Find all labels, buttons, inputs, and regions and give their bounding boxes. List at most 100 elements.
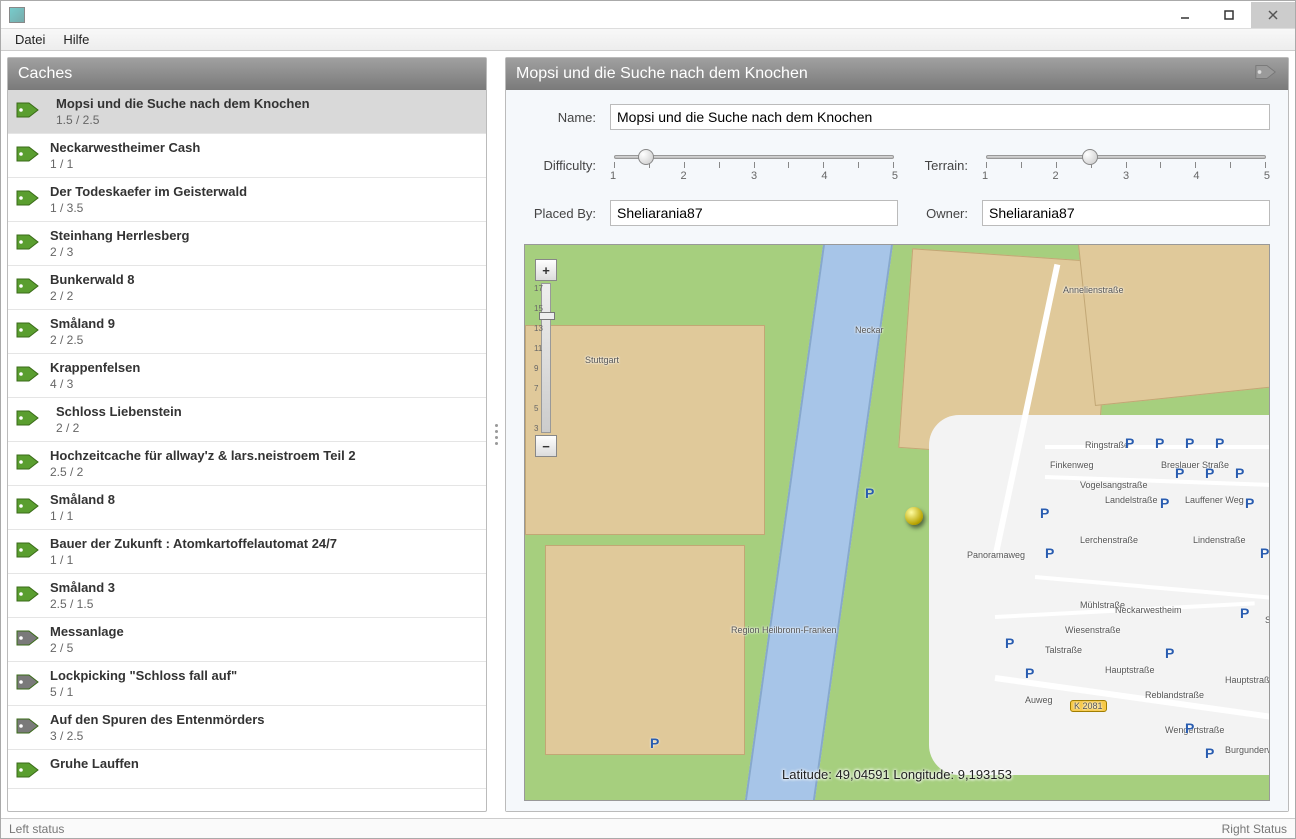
zoom-handle[interactable] <box>539 312 555 320</box>
label-terrain: Terrain: <box>912 158 968 173</box>
cache-text: Hochzeitcache für allway'z & lars.neistr… <box>50 448 356 479</box>
menu-file[interactable]: Datei <box>7 30 53 49</box>
cache-item[interactable]: Krappenfelsen4 / 3 <box>8 354 486 398</box>
name-field[interactable] <box>610 104 1270 130</box>
cache-item[interactable]: Bauer der Zukunft : Atomkartoffelautomat… <box>8 530 486 574</box>
row-name: Name: <box>524 104 1270 130</box>
map-label: Ringstraße <box>1085 440 1129 450</box>
cache-title: Mopsi und die Suche nach dem Knochen <box>56 96 310 111</box>
cache-item[interactable]: Mopsi und die Suche nach dem Knochen1.5 … <box>8 90 486 134</box>
row-owner: Placed By: Owner: <box>524 200 1270 226</box>
cache-text: Gruhe Lauffen <box>50 756 139 782</box>
cache-item[interactable]: Bunkerwald 82 / 2 <box>8 266 486 310</box>
tag-icon <box>14 406 42 430</box>
parking-icon: P <box>1205 745 1214 761</box>
cache-item[interactable]: Småland 92 / 2.5 <box>8 310 486 354</box>
cache-text: Neckarwestheimer Cash1 / 1 <box>50 140 200 171</box>
cache-item[interactable]: Der Todeskaefer im Geisterwald1 / 3.5 <box>8 178 486 222</box>
map-label: Auweg <box>1025 695 1053 705</box>
tag-icon <box>14 362 42 386</box>
tag-icon <box>1254 62 1278 87</box>
cache-title: Bauer der Zukunft : Atomkartoffelautomat… <box>50 536 337 551</box>
cache-item[interactable]: Hochzeitcache für allway'z & lars.neistr… <box>8 442 486 486</box>
map-label: Breslauer Straße <box>1161 460 1229 470</box>
status-right: Right Status <box>1222 822 1287 836</box>
detail-header: Mopsi und die Suche nach dem Knochen <box>506 58 1288 90</box>
cache-item[interactable]: Auf den Spuren des Entenmörders 3 / 2.5 <box>8 706 486 750</box>
map-label: Panoramaweg <box>967 550 1025 560</box>
latitude-label: Latitude: <box>782 767 832 782</box>
cache-text: Auf den Spuren des Entenmörders 3 / 2.5 <box>50 712 265 743</box>
cache-item[interactable]: Schloss Liebenstein2 / 2 <box>8 398 486 442</box>
close-button[interactable] <box>1251 2 1295 28</box>
owner-field[interactable] <box>982 200 1270 226</box>
cache-title: Bunkerwald 8 <box>50 272 135 287</box>
cache-title: Steinhang Herrlesberg <box>50 228 189 243</box>
cache-sub: 1 / 1 <box>50 509 115 523</box>
placedby-field[interactable] <box>610 200 898 226</box>
map-surface[interactable]: RingstraßeFinkenwegLandelstraßeLerchenst… <box>525 245 1269 800</box>
cache-item[interactable]: Steinhang Herrlesberg 2 / 3 <box>8 222 486 266</box>
terrain-thumb[interactable] <box>1082 149 1098 165</box>
parking-icon: P <box>1040 505 1049 521</box>
zoom-in-button[interactable]: + <box>535 259 557 281</box>
cache-item[interactable]: Småland 81 / 1 <box>8 486 486 530</box>
difficulty-thumb[interactable] <box>638 149 654 165</box>
detail-pane: Mopsi und die Suche nach dem Knochen Nam… <box>505 57 1289 812</box>
cache-title: Messanlage <box>50 624 124 639</box>
zoom-out-button[interactable]: − <box>535 435 557 457</box>
cache-text: Småland 81 / 1 <box>50 492 115 523</box>
maximize-button[interactable] <box>1207 2 1251 28</box>
parking-icon: P <box>1160 495 1169 511</box>
cache-item[interactable]: Neckarwestheimer Cash1 / 1 <box>8 134 486 178</box>
parking-icon: P <box>1205 465 1214 481</box>
caches-pane: Caches Mopsi und die Suche nach dem Knoc… <box>7 57 487 812</box>
cache-sub: 2.5 / 2 <box>50 465 356 479</box>
terrain-slider[interactable]: 12345 <box>982 148 1270 182</box>
label-name: Name: <box>524 110 596 125</box>
map-label: Hauptstraße <box>1225 675 1270 685</box>
menu-help[interactable]: Hilfe <box>55 30 97 49</box>
cache-list[interactable]: Mopsi und die Suche nach dem Knochen1.5 … <box>8 90 486 811</box>
tag-icon <box>14 538 42 562</box>
cache-item[interactable]: Gruhe Lauffen <box>8 750 486 789</box>
row-sliders: Difficulty: 12345 Terrain: <box>524 148 1270 182</box>
map-label: Neckarwestheim <box>1115 605 1182 615</box>
parking-icon: P <box>1005 635 1014 651</box>
label-difficulty: Difficulty: <box>524 158 596 173</box>
splitter[interactable] <box>493 57 499 812</box>
tag-icon <box>14 494 42 518</box>
caches-header: Caches <box>8 58 486 90</box>
cache-title: Auf den Spuren des Entenmörders <box>50 712 265 727</box>
menubar: Datei Hilfe <box>1 29 1295 51</box>
parking-icon: P <box>1175 465 1184 481</box>
difficulty-scale: 12345 <box>610 168 898 182</box>
tag-icon <box>14 318 42 342</box>
map-label: Region Heilbronn-Franken <box>731 625 837 635</box>
cache-title: Hochzeitcache für allway'z & lars.neistr… <box>50 448 356 463</box>
cache-sub: 1 / 3.5 <box>50 201 247 215</box>
cache-title: Lockpicking "Schloss fall auf" <box>50 668 237 683</box>
latitude-value: 49,04591 <box>836 767 890 782</box>
tag-icon <box>14 98 42 122</box>
difficulty-slider[interactable]: 12345 <box>610 148 898 182</box>
cache-item[interactable]: Lockpicking "Schloss fall auf" 5 / 1 <box>8 662 486 706</box>
zoom-control: + 171513119753 − <box>535 259 557 457</box>
minimize-button[interactable] <box>1163 2 1207 28</box>
parking-icon: P <box>1260 545 1269 561</box>
cache-pin[interactable] <box>905 507 923 525</box>
cache-sub: 5 / 1 <box>50 685 237 699</box>
parking-icon: P <box>1235 465 1244 481</box>
cache-item[interactable]: Småland 32.5 / 1.5 <box>8 574 486 618</box>
cache-text: Schloss Liebenstein2 / 2 <box>56 404 182 435</box>
map[interactable]: RingstraßeFinkenwegLandelstraßeLerchenst… <box>524 244 1270 801</box>
cache-title: Krappenfelsen <box>50 360 140 375</box>
cache-item[interactable]: Messanlage2 / 5 <box>8 618 486 662</box>
parking-icon: P <box>1245 495 1254 511</box>
map-label: Wiesenstraße <box>1065 625 1121 635</box>
cache-sub: 3 / 2.5 <box>50 729 265 743</box>
main-area: Caches Mopsi und die Suche nach dem Knoc… <box>1 51 1295 818</box>
cache-sub: 2 / 3 <box>50 245 189 259</box>
zoom-rail[interactable]: 171513119753 <box>541 283 551 433</box>
tag-icon <box>14 274 42 298</box>
